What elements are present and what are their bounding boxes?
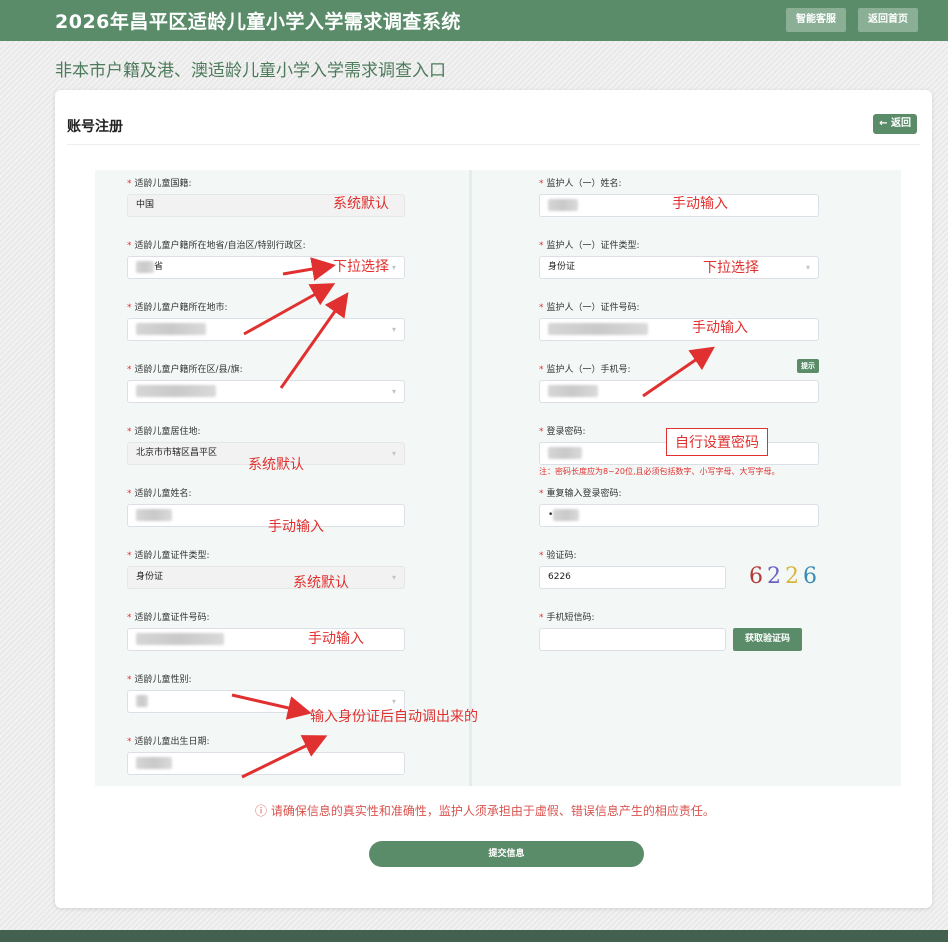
annotation-system-default-2: 系统默认 bbox=[248, 457, 304, 473]
annotation-auto-from-id: 输入身份证后自动调出来的 bbox=[310, 709, 478, 725]
captcha-input[interactable]: 6226 bbox=[539, 566, 726, 589]
return-home-button[interactable]: 返回首页 bbox=[858, 8, 918, 32]
top-bar: 2026年昌平区适龄儿童小学入学需求调查系统 智能客服 返回首页 bbox=[0, 0, 948, 41]
chevron-down-icon: ▾ bbox=[805, 263, 810, 272]
annotation-system-default-3: 系统默认 bbox=[293, 575, 349, 591]
chevron-down-icon: ▾ bbox=[391, 573, 396, 582]
guardian-idno-label: * 监护人（一）证件号码: bbox=[539, 303, 640, 313]
child-name-input[interactable] bbox=[127, 504, 405, 527]
back-button[interactable]: ← 返回 bbox=[873, 114, 917, 134]
repassword-label: * 重复输入登录密码: bbox=[539, 489, 622, 499]
register-card: 账号注册 ← 返回 * 适龄儿童国籍: 中国 * 适龄儿童户籍所在地省/自治区/特别… bbox=[55, 90, 932, 908]
app-title: 2026年昌平区适龄儿童小学入学需求调查系统 bbox=[55, 11, 461, 33]
nationality-label: * 适龄儿童国籍: bbox=[127, 179, 192, 189]
annotation-manual-4: 手动输入 bbox=[692, 320, 748, 336]
annotation-manual-2: 手动输入 bbox=[308, 631, 364, 647]
guardian-phone-label: * 监护人（一）手机号: bbox=[539, 365, 631, 375]
hint-badge[interactable]: 提示 bbox=[797, 359, 819, 373]
password-label: * 登录密码: bbox=[539, 427, 586, 437]
guardian-idtype-label: * 监护人（一）证件类型: bbox=[539, 241, 640, 251]
form-area: * 适龄儿童国籍: 中国 * 适龄儿童户籍所在地省/自治区/特别行政区: 省 ▾ * 适… bbox=[95, 170, 901, 786]
smart-service-button[interactable]: 智能客服 bbox=[786, 8, 846, 32]
page-subtitle: 非本市户籍及港、澳适龄儿童小学入学需求调查入口 bbox=[55, 61, 446, 81]
city-select[interactable]: ▾ bbox=[127, 318, 405, 341]
child-birth-label: * 适龄儿童出生日期: bbox=[127, 737, 210, 747]
guardian-idtype-select[interactable]: 身份证 ▾ bbox=[539, 256, 819, 279]
child-gender-label: * 适龄儿童性别: bbox=[127, 675, 192, 685]
submit-button[interactable]: 提交信息 bbox=[369, 841, 644, 867]
district-select[interactable]: ▾ bbox=[127, 380, 405, 403]
sms-label: * 手机短信码: bbox=[539, 613, 595, 623]
captcha-label: * 验证码: bbox=[539, 551, 577, 561]
chevron-down-icon: ▾ bbox=[391, 263, 396, 272]
child-idtype-label: * 适龄儿童证件类型: bbox=[127, 551, 210, 561]
warning-text: ⓘ 请确保信息的真实性和准确性，监护人须承担由于虚假、错误信息产生的相应责任。 bbox=[255, 804, 715, 818]
annotation-dropdown-1: 下拉选择 bbox=[333, 259, 389, 275]
annotation-system-default-1: 系统默认 bbox=[333, 196, 389, 212]
chevron-down-icon: ▾ bbox=[391, 449, 396, 458]
child-idtype-field: 身份证 ▾ bbox=[127, 566, 405, 589]
password-note: 注：密码长度应为8~20位,且必须包括数字、小写字母、大写字母。 bbox=[539, 467, 780, 476]
guardian-idno-input[interactable] bbox=[539, 318, 819, 341]
guardian-name-label: * 监护人（一）姓名: bbox=[539, 179, 622, 189]
card-title: 账号注册 bbox=[67, 119, 123, 135]
get-code-button[interactable]: 获取验证码 bbox=[733, 628, 803, 651]
column-separator bbox=[469, 170, 472, 786]
annotation-manual-1: 手动输入 bbox=[268, 519, 324, 535]
chevron-down-icon: ▾ bbox=[391, 325, 396, 334]
footer-bar bbox=[0, 930, 948, 942]
city-label: * 适龄儿童户籍所在地市: bbox=[127, 303, 228, 313]
captcha-image[interactable]: 6226 bbox=[749, 564, 821, 589]
repassword-input[interactable]: • bbox=[539, 504, 819, 527]
divider bbox=[67, 144, 920, 145]
child-idno-label: * 适龄儿童证件号码: bbox=[127, 613, 210, 623]
annotation-manual-3: 手动输入 bbox=[672, 196, 728, 212]
child-name-label: * 适龄儿童姓名: bbox=[127, 489, 192, 499]
sms-input[interactable] bbox=[539, 628, 726, 651]
annotation-dropdown-2: 下拉选择 bbox=[703, 260, 759, 276]
arrow-left-icon: ← bbox=[879, 118, 891, 129]
annotation-set-password: 自行设置密码 bbox=[666, 428, 768, 456]
guardian-phone-input[interactable] bbox=[539, 380, 819, 403]
province-label: * 适龄儿童户籍所在地省/自治区/特别行政区: bbox=[127, 241, 306, 251]
residence-label: * 适龄儿童居住地: bbox=[127, 427, 201, 437]
district-label: * 适龄儿童户籍所在区/县/旗: bbox=[127, 365, 243, 375]
chevron-down-icon: ▾ bbox=[391, 387, 396, 396]
child-birth-input[interactable] bbox=[127, 752, 405, 775]
